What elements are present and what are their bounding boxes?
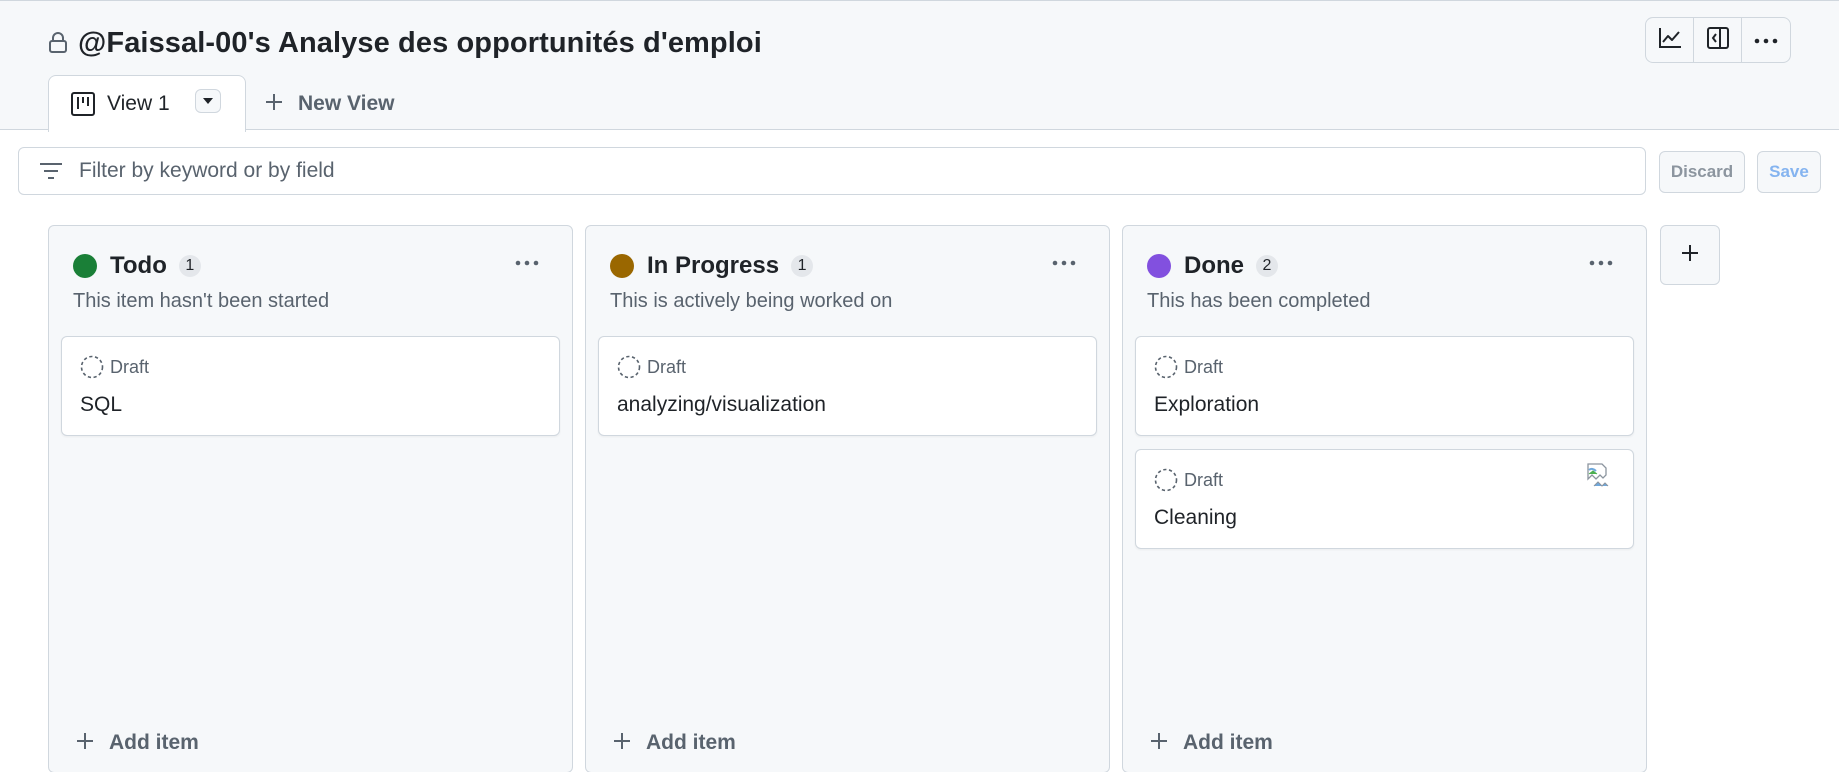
save-button[interactable]: Save [1757,151,1821,193]
column-todo: Todo 1 This item hasn't been started Dra… [48,225,573,772]
card-status: Draft [1184,469,1224,490]
column-name: Todo [110,252,167,279]
card-meta: Draft [80,355,149,379]
draft-issue-icon [80,355,104,379]
title-row: @Faissal-00's Analyse des opportunités d… [48,23,762,63]
draft-issue-icon [617,355,641,379]
filter-input[interactable] [79,159,1579,183]
draft-issue-icon [1154,355,1178,379]
card-status: Draft [647,356,687,377]
plus-icon [612,731,632,756]
column-header: In Progress 1 [610,250,814,282]
project-board-app: @Faissal-00's Analyse des opportunités d… [0,0,1839,772]
item-count-badge: 2 [1256,255,1278,277]
card-title[interactable]: analyzing/visualization [617,393,826,417]
board-card[interactable]: Draft SQL [61,336,560,436]
kebab-horizontal-icon [1754,31,1778,49]
column-name: Done [1184,252,1244,279]
sidebar-expand-icon [1706,26,1729,54]
filter-icon [39,162,63,180]
column-menu-button[interactable] [510,248,544,276]
new-view-button[interactable]: New View [264,87,395,121]
view-options-dropdown[interactable] [195,89,221,113]
header-actions [1645,17,1791,63]
side-panel-button[interactable] [1694,18,1742,62]
column-description: This has been completed [1147,290,1371,312]
kebab-horizontal-icon [1052,253,1076,271]
plus-icon [1149,731,1169,756]
status-dot [610,254,634,278]
broken-image-icon [1586,462,1610,493]
add-column-button[interactable] [1660,225,1720,285]
plus-icon [75,731,95,756]
status-dot [1147,254,1171,278]
graph-icon [1658,27,1682,54]
item-count-badge: 1 [791,255,814,277]
card-meta: Draft [617,355,686,379]
project-board-icon [71,92,95,116]
card-status: Draft [1184,356,1224,377]
kebab-horizontal-icon [515,253,539,271]
card-meta: Draft [1154,468,1223,492]
column-header: Todo 1 [73,250,201,282]
add-item-button[interactable]: Add item [612,728,736,758]
insights-button[interactable] [1646,18,1694,62]
column-done: Done 2 This has been completed Draft Exp… [1122,225,1647,772]
tab-label: View 1 [107,92,170,115]
filter-bar [18,147,1646,195]
status-dot [73,254,97,278]
column-menu-button[interactable] [1047,248,1081,276]
column-description: This is actively being worked on [610,290,893,312]
page-title: @Faissal-00's Analyse des opportunités d… [78,26,762,59]
add-item-button[interactable]: Add item [1149,728,1273,758]
more-options-button[interactable] [1742,18,1790,62]
add-item-label: Add item [1183,731,1273,754]
card-status: Draft [110,356,150,377]
triangle-down-icon [202,92,214,110]
tab-view-1[interactable]: View 1 [48,75,246,132]
column-description: This item hasn't been started [73,290,330,312]
card-title[interactable]: Cleaning [1154,506,1237,530]
column-header: Done 2 [1147,250,1278,282]
lock-icon [48,32,68,54]
board-card[interactable]: Draft Exploration [1135,336,1634,436]
item-count-badge: 1 [178,255,201,277]
card-title[interactable]: Exploration [1154,393,1259,417]
discard-button[interactable]: Discard [1659,151,1745,193]
column-menu-button[interactable] [1584,248,1618,276]
column-name: In Progress [647,252,780,279]
plus-icon [264,92,284,117]
assignee-avatar[interactable] [1585,462,1611,493]
card-meta: Draft [1154,355,1223,379]
kebab-horizontal-icon [1589,253,1613,271]
add-item-label: Add item [646,731,736,754]
card-title[interactable]: SQL [80,393,122,417]
new-view-label: New View [298,92,395,115]
plus-icon [1680,243,1700,268]
board-card[interactable]: Draft analyzing/visualization [598,336,1097,436]
board-card[interactable]: Draft Cleaning [1135,449,1634,549]
add-item-button[interactable]: Add item [75,728,199,758]
project-header: @Faissal-00's Analyse des opportunités d… [0,0,1839,132]
column-in-progress: In Progress 1 This is actively being wor… [585,225,1110,772]
add-item-label: Add item [109,731,199,754]
draft-issue-icon [1154,468,1178,492]
